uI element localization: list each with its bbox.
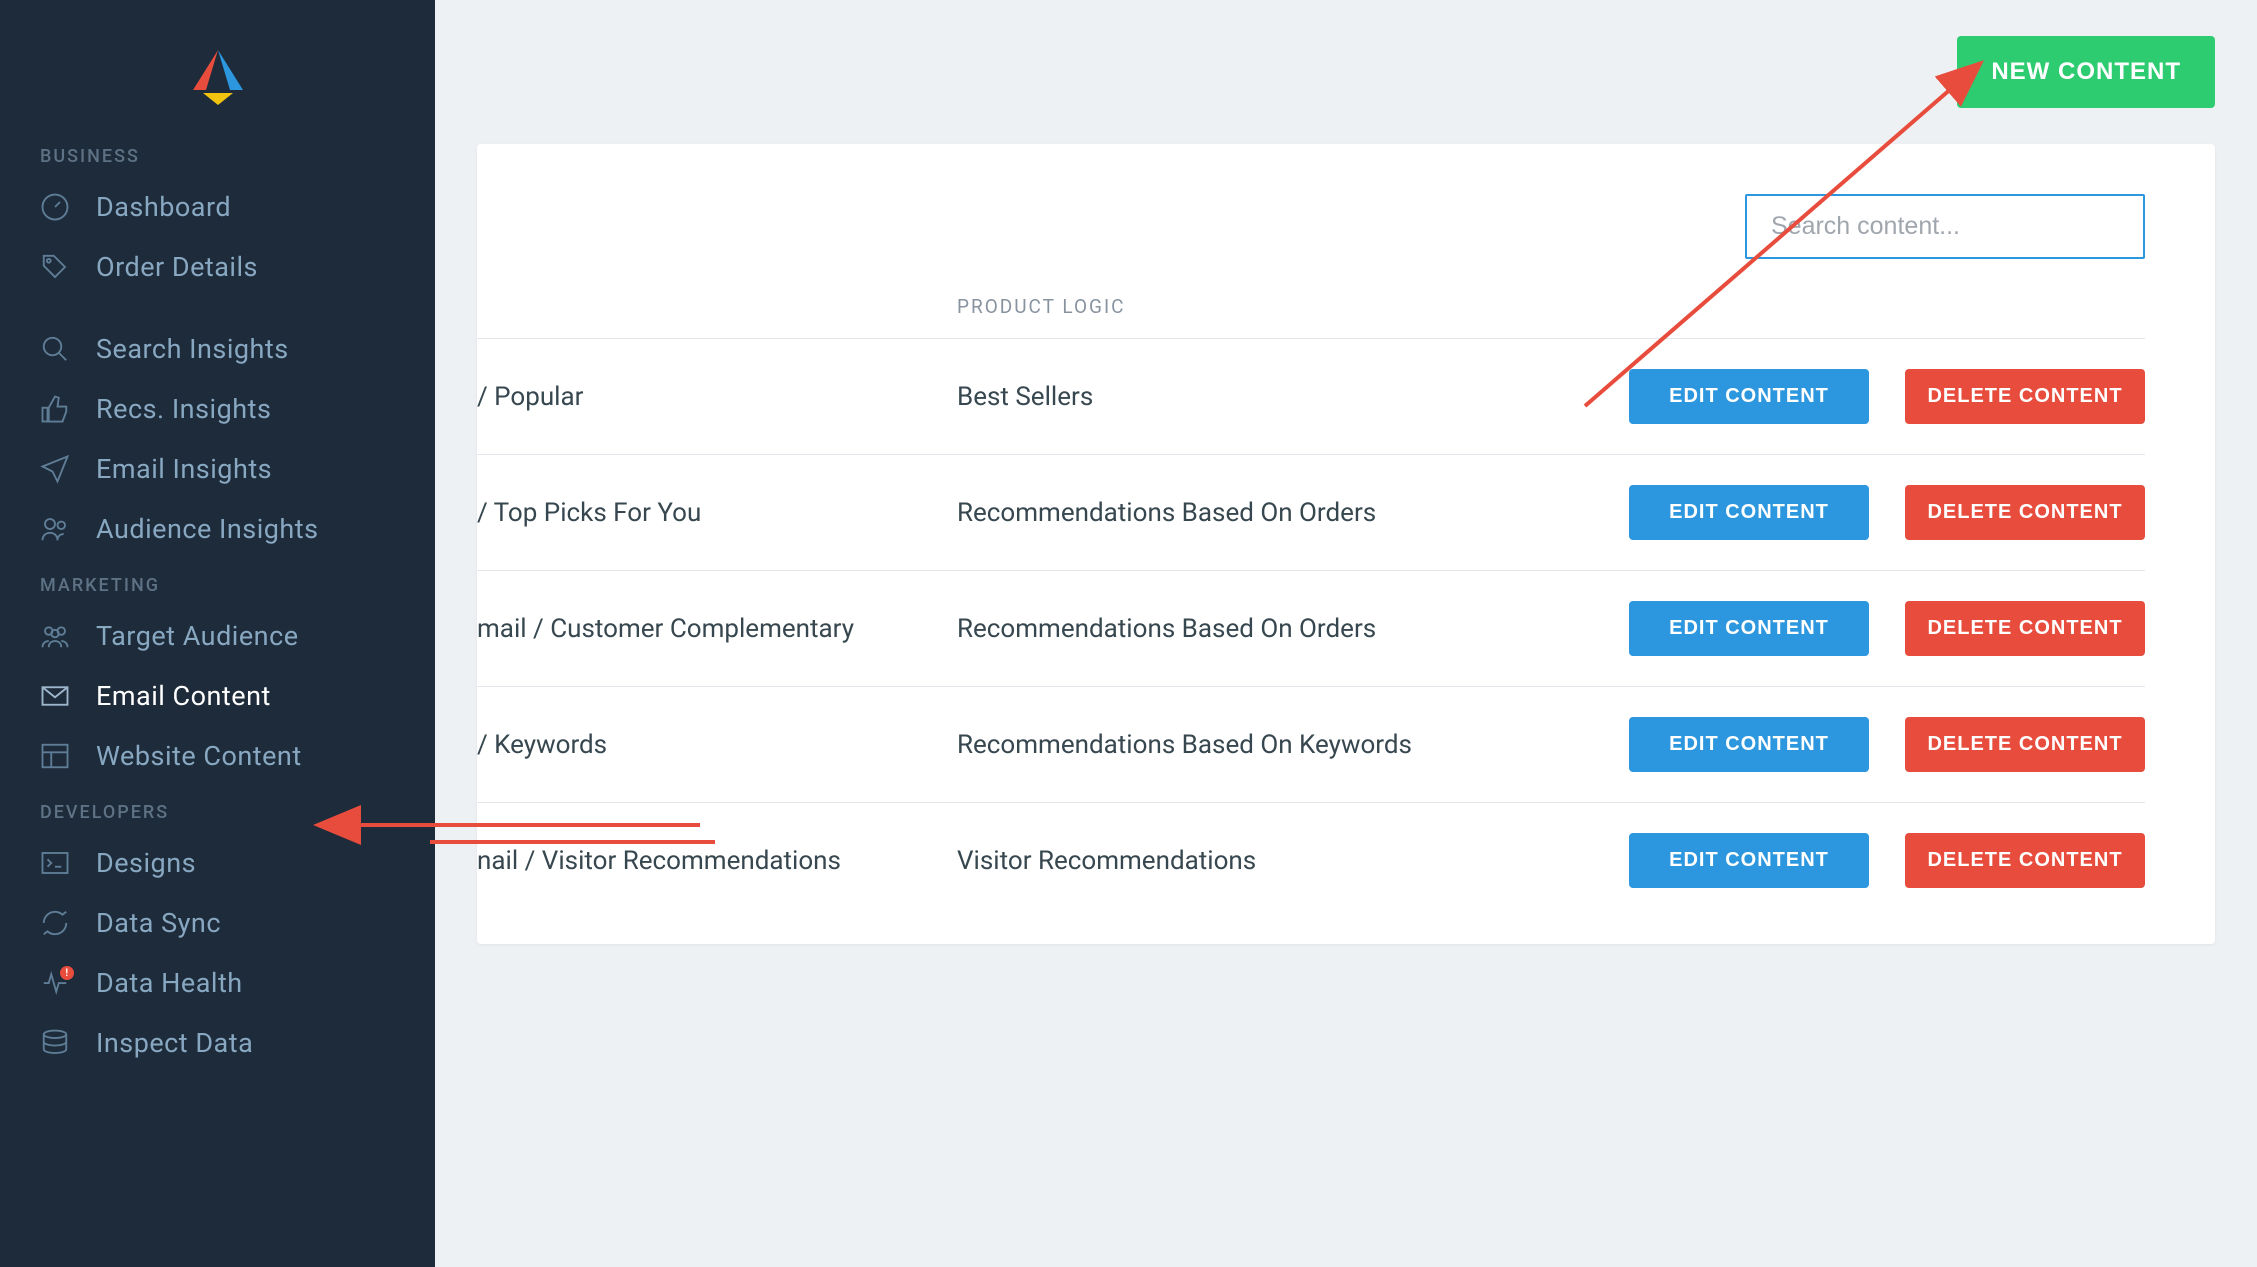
content-card: PRODUCT LOGIC / Popular Best Sellers EDI… [477,144,2215,944]
sidebar-item-label: Target Audience [96,620,299,652]
sidebar-item-label: Recs. Insights [96,393,271,425]
sidebar-item-label: Email Insights [96,453,272,485]
sidebar-item-email-content[interactable]: Email Content [0,666,435,726]
app-logo [0,20,435,130]
main-content: NEW CONTENT PRODUCT LOGIC / Popular Best… [435,0,2257,1267]
new-content-button[interactable]: NEW CONTENT [1957,36,2215,108]
sidebar-item-dashboard[interactable]: Dashboard [0,177,435,237]
edit-content-button[interactable]: EDIT CONTENT [1629,601,1869,656]
column-header-logic: PRODUCT LOGIC [957,295,1575,318]
table-row: nail / Visitor Recommendations Visitor R… [477,802,2145,918]
sidebar-item-data-sync[interactable]: Data Sync [0,893,435,953]
table-row: / Popular Best Sellers EDIT CONTENT DELE… [477,338,2145,454]
sidebar-item-order-details[interactable]: Order Details [0,237,435,297]
sidebar-item-label: Search Insights [96,333,289,365]
cell-logic: Best Sellers [957,382,1575,412]
sidebar-item-label: Dashboard [96,191,231,223]
section-title-business: BUSINESS [0,130,435,177]
table-row: mail / Customer Complementary Recommenda… [477,570,2145,686]
edit-content-button[interactable]: EDIT CONTENT [1629,717,1869,772]
sidebar-item-target-audience[interactable]: Target Audience [0,606,435,666]
delete-content-button[interactable]: DELETE CONTENT [1905,485,2145,540]
database-icon [40,1028,70,1058]
cell-name: mail / Customer Complementary [477,614,957,644]
gauge-icon [40,192,70,222]
sidebar-item-email-insights[interactable]: Email Insights [0,439,435,499]
sidebar-item-label: Data Health [96,967,243,999]
table-header: PRODUCT LOGIC [477,259,2145,338]
delete-content-button[interactable]: DELETE CONTENT [1905,601,2145,656]
cell-logic: Visitor Recommendations [957,846,1575,876]
users-icon [40,514,70,544]
tag-icon [40,252,70,282]
cell-name: / Popular [477,382,957,412]
sidebar-item-label: Website Content [96,740,302,772]
paper-plane-icon [40,454,70,484]
thumbs-up-icon [40,394,70,424]
cell-name: nail / Visitor Recommendations [477,846,957,876]
edit-content-button[interactable]: EDIT CONTENT [1629,485,1869,540]
sidebar-item-recs-insights[interactable]: Recs. Insights [0,379,435,439]
cell-logic: Recommendations Based On Keywords [957,730,1575,760]
sidebar-item-audience-insights[interactable]: Audience Insights [0,499,435,559]
edit-content-button[interactable]: EDIT CONTENT [1629,833,1869,888]
sidebar-item-label: Order Details [96,251,258,283]
sidebar-item-label: Audience Insights [96,513,319,545]
search-icon [40,334,70,364]
cell-name: / Keywords [477,730,957,760]
table-row: / Top Picks For You Recommendations Base… [477,454,2145,570]
sidebar-item-inspect-data[interactable]: Inspect Data [0,1013,435,1073]
delete-content-button[interactable]: DELETE CONTENT [1905,369,2145,424]
envelope-icon [40,681,70,711]
sidebar-item-designs[interactable]: Designs [0,833,435,893]
sidebar-item-data-health[interactable]: ! Data Health [0,953,435,1013]
table-row: / Keywords Recommendations Based On Keyw… [477,686,2145,802]
search-input[interactable] [1745,194,2145,259]
sidebar-item-label: Email Content [96,680,271,712]
pulse-icon: ! [40,968,70,998]
sidebar-item-label: Designs [96,847,196,879]
layout-icon [40,741,70,771]
delete-content-button[interactable]: DELETE CONTENT [1905,717,2145,772]
sidebar-item-website-content[interactable]: Website Content [0,726,435,786]
cell-logic: Recommendations Based On Orders [957,498,1575,528]
topbar: NEW CONTENT [435,0,2257,144]
terminal-icon [40,848,70,878]
sidebar: BUSINESS Dashboard Order Details Search … [0,0,435,1267]
alert-badge: ! [58,964,76,982]
delete-content-button[interactable]: DELETE CONTENT [1905,833,2145,888]
group-icon [40,621,70,651]
sidebar-item-label: Data Sync [96,907,221,939]
section-title-marketing: MARKETING [0,559,435,606]
sync-icon [40,908,70,938]
cell-name: / Top Picks For You [477,498,957,528]
sidebar-item-label: Inspect Data [96,1027,253,1059]
sidebar-item-search-insights[interactable]: Search Insights [0,319,435,379]
cell-logic: Recommendations Based On Orders [957,614,1575,644]
section-title-developers: DEVELOPERS [0,786,435,833]
edit-content-button[interactable]: EDIT CONTENT [1629,369,1869,424]
